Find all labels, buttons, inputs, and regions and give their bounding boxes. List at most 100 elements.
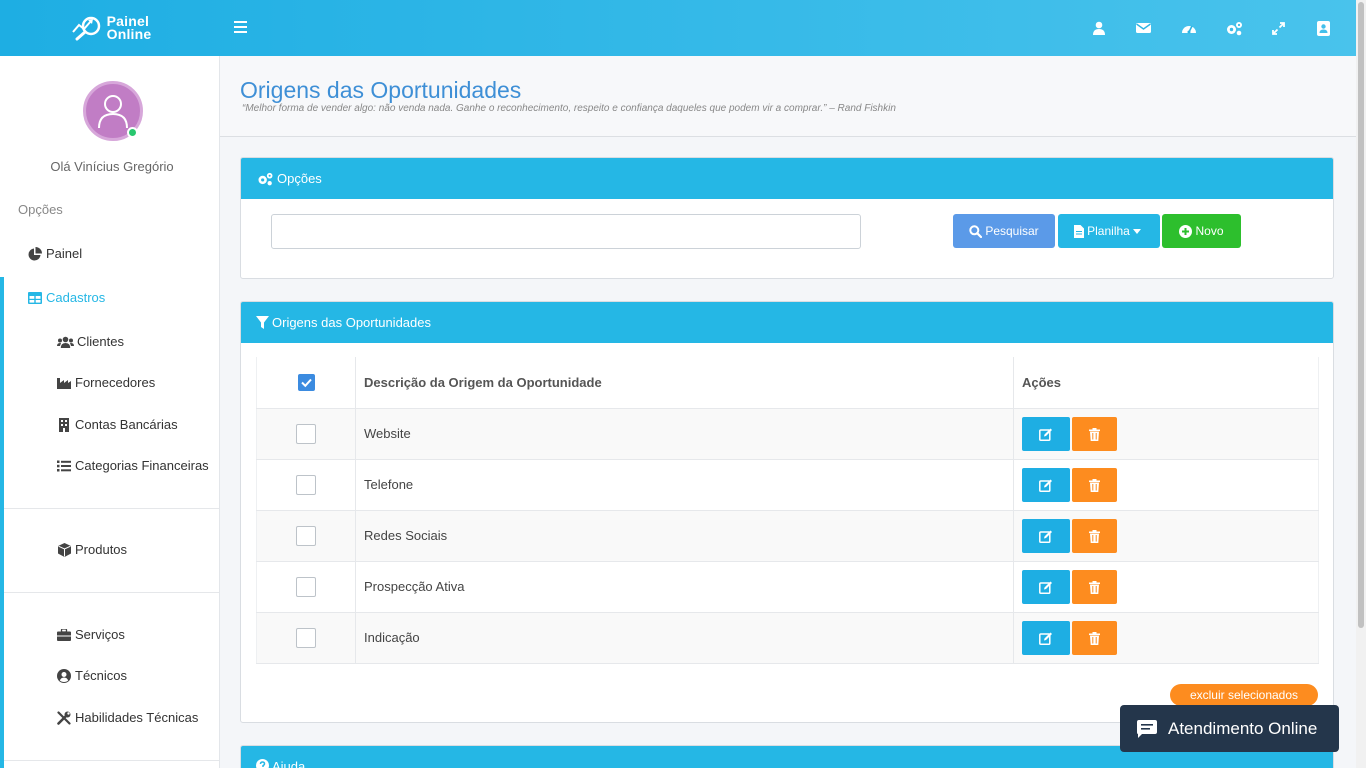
- options-card: Opções Pesquisar Planilha Novo: [240, 157, 1334, 279]
- edit-button[interactable]: [1022, 416, 1070, 451]
- hamburger-icon[interactable]: [234, 18, 248, 38]
- cube-icon: [56, 542, 72, 557]
- table-row: Telefone: [256, 459, 1319, 511]
- sidebar-item-contas-bancarias[interactable]: Contas Bancárias: [56, 417, 178, 432]
- row-checkbox[interactable]: [296, 423, 316, 444]
- avatar[interactable]: [83, 81, 143, 141]
- industry-icon: [56, 377, 72, 389]
- row-checkbox[interactable]: [296, 576, 316, 597]
- page-scrollbar[interactable]: [1356, 0, 1366, 768]
- tools-icon: [56, 710, 72, 725]
- delete-button[interactable]: [1072, 467, 1117, 502]
- select-all-cell: [256, 357, 356, 409]
- table-row: Prospecção Ativa: [256, 561, 1319, 613]
- cogs-icon[interactable]: [1211, 0, 1256, 56]
- delete-button[interactable]: [1072, 620, 1117, 655]
- select-all-checkbox[interactable]: [297, 373, 315, 391]
- search-input[interactable]: [271, 214, 861, 249]
- online-status-indicator: [127, 127, 138, 138]
- user-circle-icon: [56, 668, 72, 683]
- sidebar-item-clientes[interactable]: Clientes: [56, 334, 124, 349]
- edit-button[interactable]: [1022, 620, 1070, 655]
- row-description: Redes Sociais: [355, 510, 1014, 562]
- dashboard-icon[interactable]: [1166, 0, 1211, 56]
- sidebar-divider: [4, 592, 219, 593]
- table-row: Redes Sociais: [256, 510, 1319, 562]
- row-description: Prospecção Ativa: [355, 561, 1014, 613]
- delete-button[interactable]: [1072, 569, 1117, 604]
- sidebar-divider: [4, 508, 219, 509]
- sidebar: Olá Vinícius Gregório Opções Painel Cada…: [0, 56, 220, 768]
- edit-icon: [1039, 530, 1052, 543]
- sidebar-item-label: Serviços: [75, 627, 125, 642]
- sidebar-item-servicos[interactable]: Serviços: [56, 627, 125, 642]
- origins-card-title: Origens das Oportunidades: [272, 315, 431, 330]
- delete-button[interactable]: [1072, 416, 1117, 451]
- column-header-actions: Ações: [1013, 357, 1319, 409]
- filter-icon: [256, 316, 272, 329]
- delete-selected-button[interactable]: excluir selecionados: [1170, 684, 1318, 706]
- row-checkbox[interactable]: [296, 525, 316, 546]
- list-icon: [56, 460, 72, 472]
- sidebar-item-label: Contas Bancárias: [75, 417, 178, 432]
- sidebar-item-fornecedores[interactable]: Fornecedores: [56, 375, 155, 390]
- pie-chart-icon: [27, 246, 43, 261]
- sidebar-item-label: Cadastros: [46, 290, 106, 305]
- chart-search-icon: [69, 14, 105, 42]
- sidebar-item-produtos[interactable]: Produtos: [56, 542, 127, 557]
- online-support-chat-button[interactable]: Atendimento Online: [1120, 705, 1339, 752]
- row-checkbox[interactable]: [296, 474, 316, 495]
- row-description: Telefone: [355, 459, 1014, 511]
- options-card-header: Opções: [241, 158, 1333, 199]
- sidebar-item-categorias-financeiras[interactable]: Categorias Financeiras: [56, 458, 209, 473]
- origins-table: Descrição da Origem da Oportunidade Açõe…: [256, 357, 1319, 664]
- chat-icon: [1137, 719, 1168, 738]
- spreadsheet-dropdown-button[interactable]: Planilha: [1058, 214, 1160, 248]
- trash-icon: [1089, 529, 1100, 543]
- chat-label: Atendimento Online: [1168, 718, 1318, 738]
- expand-icon[interactable]: [1256, 0, 1301, 56]
- caret-down-icon: [1132, 228, 1144, 234]
- scrollbar-thumb[interactable]: [1358, 2, 1364, 628]
- sidebar-item-habilidades-tecnicas[interactable]: Habilidades Técnicas: [56, 710, 198, 725]
- check-icon: [300, 378, 312, 388]
- row-description: Website: [355, 408, 1014, 460]
- delete-button[interactable]: [1072, 518, 1117, 553]
- brand-line2: Online: [106, 26, 152, 42]
- origins-card-header: Origens das Oportunidades: [241, 302, 1333, 343]
- edit-button[interactable]: [1022, 467, 1070, 502]
- sidebar-item-tecnicos[interactable]: Técnicos: [56, 668, 127, 683]
- edit-icon: [1039, 581, 1052, 594]
- trash-icon: [1089, 580, 1100, 594]
- brand-logo[interactable]: Painel Online: [0, 0, 220, 56]
- briefcase-icon: [56, 628, 72, 641]
- sidebar-section-label: Opções: [18, 202, 63, 217]
- edit-icon: [1039, 479, 1052, 492]
- spreadsheet-button-label: Planilha: [1087, 224, 1130, 238]
- column-header-description[interactable]: Descrição da Origem da Oportunidade: [355, 357, 1014, 409]
- edit-button[interactable]: [1022, 518, 1070, 553]
- sidebar-item-label: Técnicos: [75, 668, 128, 683]
- table-icon: [27, 291, 43, 304]
- table-header-row: Descrição da Origem da Oportunidade Açõe…: [256, 357, 1319, 409]
- search-icon: [969, 224, 985, 238]
- question-circle-icon: [256, 759, 272, 768]
- sidebar-item-label: Categorias Financeiras: [75, 458, 209, 473]
- sidebar-item-cadastros[interactable]: Cadastros: [27, 290, 105, 305]
- edit-button[interactable]: [1022, 569, 1070, 604]
- sidebar-item-painel[interactable]: Painel: [27, 246, 82, 261]
- envelope-icon[interactable]: [1121, 0, 1166, 56]
- address-book-icon[interactable]: [1301, 0, 1346, 56]
- search-button[interactable]: Pesquisar: [953, 214, 1055, 248]
- sidebar-item-label: Produtos: [75, 542, 128, 557]
- new-button[interactable]: Novo: [1162, 214, 1241, 248]
- edit-icon: [1039, 632, 1052, 645]
- user-icon[interactable]: [1076, 0, 1121, 56]
- file-icon: [1074, 224, 1087, 238]
- row-checkbox[interactable]: [296, 627, 316, 648]
- edit-icon: [1039, 428, 1052, 441]
- users-icon: [56, 336, 74, 348]
- trash-icon: [1089, 631, 1100, 645]
- row-description: Indicação: [355, 612, 1014, 664]
- sidebar-item-label: Fornecedores: [75, 375, 156, 390]
